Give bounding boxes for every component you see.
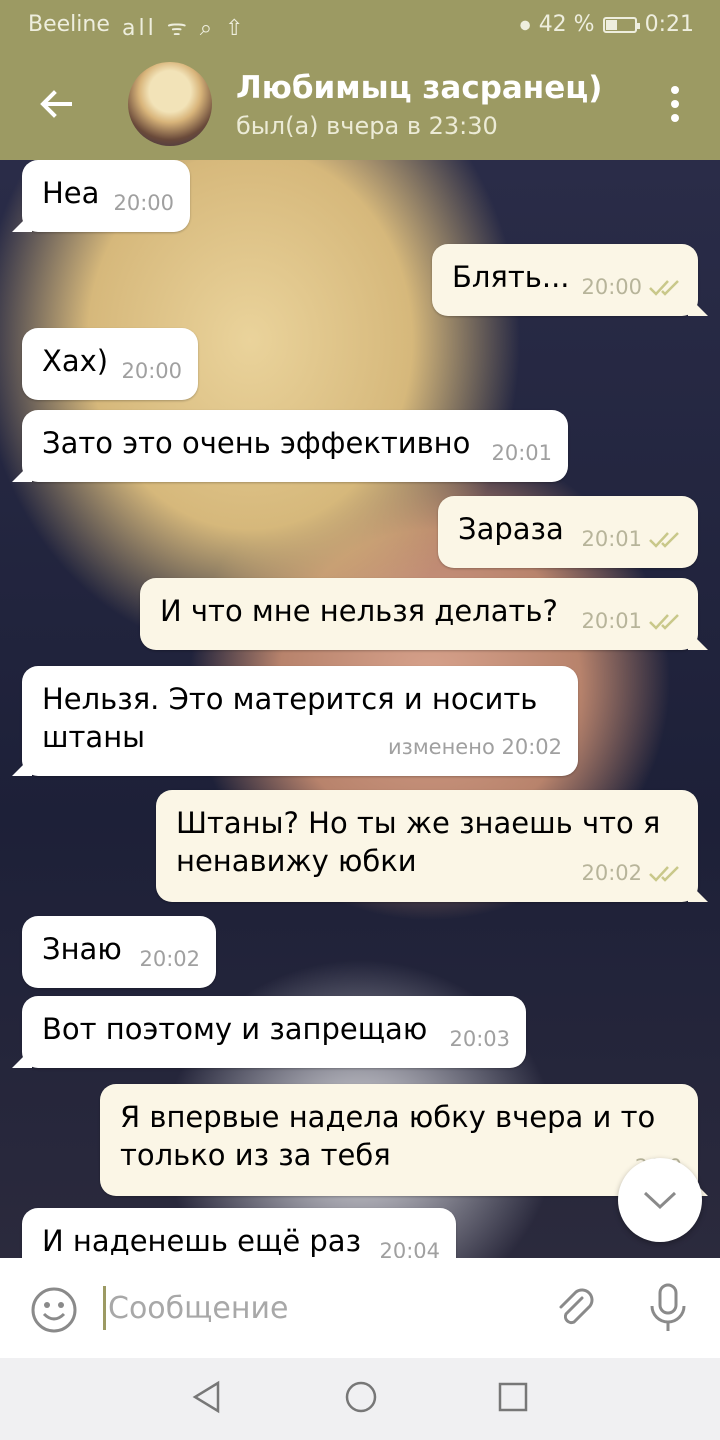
nav-back-icon[interactable] [190,1380,224,1414]
message-time: 20:03 [449,1027,510,1051]
message-time: 20:01 [581,609,642,633]
message-bubble-outgoing[interactable]: Блять... 20:00 [432,244,708,316]
chat-title[interactable]: Любимыц засранец) [236,70,602,106]
double-check-icon [649,532,679,548]
message-bubble-incoming[interactable]: Нельзя. Это матерится и носить штаны изм… [12,666,578,776]
message-bubble-incoming[interactable]: И наденешь ещё раз 20:04 [22,1208,456,1258]
emoji-icon[interactable] [30,1286,78,1334]
message-bubble-outgoing[interactable]: И что мне нельзя делать? 20:01 [140,578,708,650]
message-text: Я впервые надела юбку вчера и то только … [120,1100,656,1172]
chat-area[interactable]: Неа 20:00 Блять... 20:00 Хах) 20:00 Зато… [0,160,720,1258]
double-check-icon [649,614,679,630]
message-bubble-outgoing[interactable]: Я впервые надела юбку вчера и то только … [100,1084,708,1196]
message-time: 20:00 [121,359,182,383]
battery-percent: 42 % [538,12,595,37]
message-bubble-incoming[interactable]: Знаю 20:02 [22,916,216,988]
message-text: Зато это очень эффективно [42,426,471,460]
message-time: 20:00 [581,275,642,299]
battery-icon [602,16,640,33]
message-time: 20:02 [581,861,642,885]
message-bubble-outgoing[interactable]: Зараза 20:01 [438,496,698,568]
signal-wifi-icons: all ᯤ ⌕ ⇧ [122,16,247,41]
vibrate-icon: ⦁ [519,12,531,37]
avatar[interactable] [128,62,212,146]
message-bubble-incoming[interactable]: Вот поэтому и запрещаю 20:03 [12,996,526,1068]
message-text: Знаю [42,932,122,966]
message-input-bar [0,1258,720,1358]
message-time: 20:01 [491,441,552,465]
text-cursor [103,1286,106,1330]
message-time: 20:04 [379,1239,440,1258]
android-nav-bar [0,1358,720,1440]
message-text: Вот поэтому и запрещаю [42,1012,428,1046]
message-time: изменено 20:02 [388,735,562,759]
arrow-left-icon[interactable] [36,84,76,124]
message-bubble-outgoing[interactable]: Штаны? Но ты же знаешь что я ненавижу юб… [156,790,708,902]
message-bubble-incoming[interactable]: Неа 20:00 [12,160,190,232]
message-bubble-incoming[interactable]: Хах) 20:00 [22,328,198,400]
message-time: 20:02 [139,947,200,971]
message-text: Хах) [42,344,109,378]
microphone-icon[interactable] [646,1282,690,1334]
carrier-name: Beeline [28,12,110,37]
nav-recents-icon[interactable] [496,1380,530,1414]
message-text: Неа [42,176,100,210]
message-text: И что мне нельзя делать? [160,594,558,628]
double-check-icon [649,280,679,296]
clock: 0:21 [644,12,694,37]
status-bar: Beeline all ᯤ ⌕ ⇧ ⦁ 42 % 0:21 [0,0,720,48]
last-seen-status: был(а) вчера в 23:30 [236,112,498,140]
message-time: 20:00 [113,191,174,215]
double-check-icon [649,866,679,882]
message-input[interactable] [108,1286,508,1330]
nav-home-icon[interactable] [344,1380,378,1414]
paperclip-icon[interactable] [552,1284,600,1332]
chat-header: Любимыц засранец) был(а) вчера в 23:30 [0,48,720,160]
message-text: Блять... [452,260,570,294]
message-text: Зараза [458,512,564,546]
message-text: И наденешь ещё раз [42,1224,361,1258]
more-vertical-icon[interactable] [670,86,680,126]
message-time: 20:01 [581,527,642,551]
chevron-down-icon [643,1191,677,1210]
message-bubble-incoming[interactable]: Зато это очень эффективно 20:01 [12,410,568,482]
scroll-down-button[interactable] [618,1158,702,1242]
